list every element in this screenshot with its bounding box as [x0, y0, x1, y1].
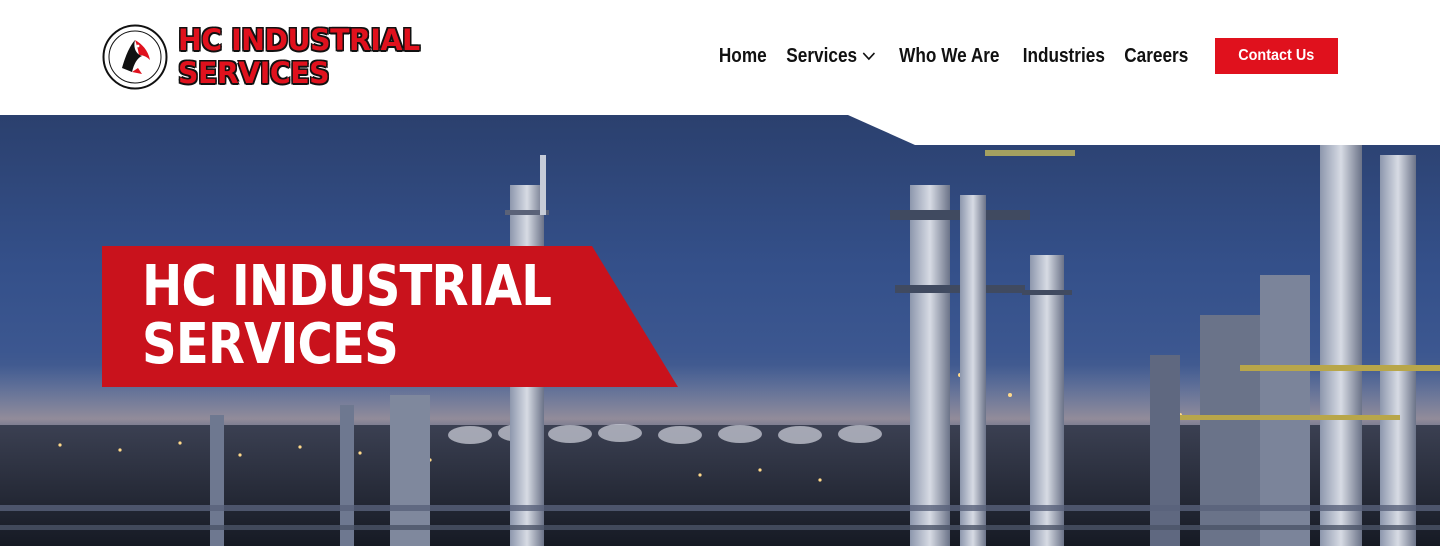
brand-wordmark: HC INDUSTRIAL SERVICES: [178, 24, 420, 90]
nav-item-label: Services: [786, 44, 858, 67]
nav-item-services[interactable]: Services: [786, 45, 876, 68]
main-navigation: Home Services Who We Are Industries Care…: [712, 38, 1338, 74]
hero-banner: HC INDUSTRIAL SERVICES: [102, 246, 678, 387]
hero-section: HC INDUSTRIAL SERVICES: [0, 115, 1440, 546]
brand-name-line1: HC INDUSTRIAL: [178, 23, 420, 57]
contact-us-label: Contact Us: [1238, 47, 1315, 64]
nav-item-home[interactable]: Home: [719, 45, 767, 68]
nav-item-label: Who We Are: [899, 44, 1000, 67]
nav-item-label: Careers: [1124, 44, 1189, 67]
nav-item-careers[interactable]: Careers: [1125, 45, 1189, 68]
brand-name-line2: SERVICES: [178, 56, 330, 90]
chevron-down-icon: [862, 52, 876, 61]
nav-item-industries[interactable]: Industries: [1023, 45, 1105, 68]
hero-title: HC INDUSTRIAL SERVICES: [142, 254, 552, 377]
hero-title-line2: SERVICES: [142, 312, 399, 377]
eagle-badge-icon: [102, 24, 168, 90]
brand-logo[interactable]: HC INDUSTRIAL SERVICES: [102, 24, 425, 90]
hero-title-line1: HC INDUSTRIAL: [142, 254, 552, 319]
nav-item-label: Home: [719, 44, 768, 67]
nav-item-who-we-are[interactable]: Who We Are: [899, 45, 999, 68]
contact-us-button[interactable]: Contact Us: [1215, 38, 1338, 74]
site-header: HC INDUSTRIAL SERVICES Home Services Who…: [0, 0, 1440, 115]
nav-item-label: Industries: [1022, 44, 1105, 67]
header-notch-shape: [848, 115, 1440, 145]
